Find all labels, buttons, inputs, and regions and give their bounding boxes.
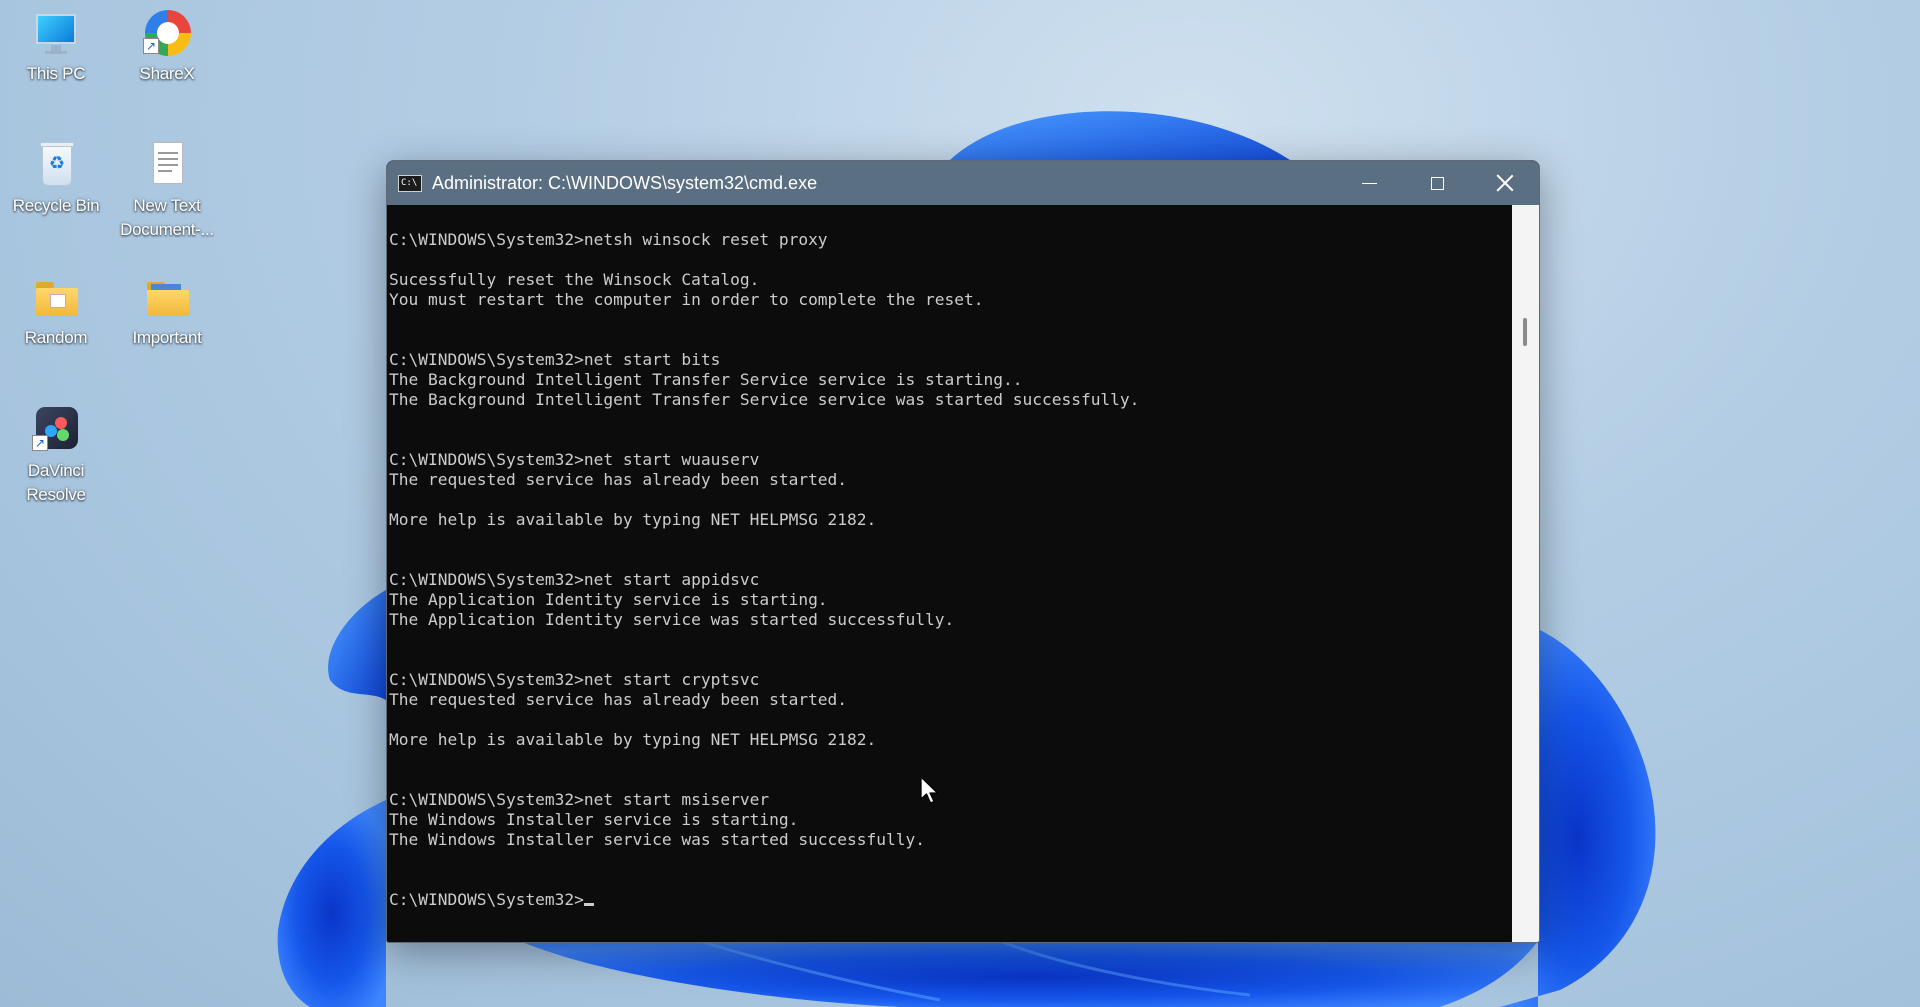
- desktop-icon-this-pc[interactable]: This PC: [1, 8, 111, 86]
- console-output-area[interactable]: C:\WINDOWS\System32>netsh winsock reset …: [387, 205, 1511, 942]
- console-line: C:\WINDOWS\System32>net start bits: [389, 350, 721, 369]
- minimize-button[interactable]: [1335, 161, 1403, 205]
- desktop-icon-random[interactable]: Random: [1, 272, 111, 350]
- console-line: C:\WINDOWS\System32>net start msiserver: [389, 790, 770, 809]
- vertical-scrollbar[interactable]: [1512, 205, 1539, 942]
- console-line: C:\WINDOWS\System32>net start wuauserv: [389, 450, 760, 469]
- console-prompt-line: C:\WINDOWS\System32>: [389, 890, 1139, 910]
- desktop-icon-new-text-document[interactable]: New Text Document-...: [112, 140, 222, 242]
- monitor-icon: [30, 8, 82, 60]
- desktop-icon-label: ShareX: [139, 64, 195, 83]
- desktop-icon-recycle-bin[interactable]: ♻ Recycle Bin: [1, 140, 111, 218]
- desktop-icon-label-line1: DaVinci: [27, 461, 85, 480]
- desktop-icon-label: Recycle Bin: [12, 196, 100, 215]
- davinci-resolve-icon: ↗: [30, 405, 82, 457]
- desktop-icon-label: Important: [132, 328, 202, 347]
- console-line: More help is available by typing NET HEL…: [389, 730, 877, 749]
- console-line: The requested service has already been s…: [389, 690, 848, 709]
- desktop-icon-davinci-resolve[interactable]: ↗ DaVinci Resolve: [1, 405, 111, 507]
- text-document-icon: [141, 140, 193, 192]
- desktop-icon-label: This PC: [26, 64, 86, 83]
- desktop-icon-important[interactable]: Important: [112, 272, 222, 350]
- console-prompt: C:\WINDOWS\System32>: [389, 890, 584, 909]
- desktop-icon-label-line1: New Text: [133, 196, 201, 215]
- console-line: The requested service has already been s…: [389, 470, 848, 489]
- close-button[interactable]: [1471, 161, 1539, 205]
- close-icon: [1496, 174, 1514, 192]
- maximize-button[interactable]: [1403, 161, 1471, 205]
- desktop-icon-sharex[interactable]: ↗ ShareX: [112, 8, 222, 86]
- console-line: The Application Identity service is star…: [389, 590, 828, 609]
- mouse-pointer-icon: [920, 776, 939, 804]
- cmd-window[interactable]: C:\ Administrator: C:\WINDOWS\system32\c…: [386, 160, 1540, 943]
- title-bar[interactable]: C:\ Administrator: C:\WINDOWS\system32\c…: [387, 161, 1539, 205]
- console-line: The Background Intelligent Transfer Serv…: [389, 390, 1140, 409]
- scrollbar-thumb[interactable]: [1523, 318, 1527, 346]
- cmd-app-icon[interactable]: C:\: [398, 175, 422, 192]
- maximize-icon: [1430, 176, 1444, 190]
- folder-icon: [30, 272, 82, 324]
- desktop-icon-label-line2: Document-...: [120, 220, 214, 239]
- console-line: C:\WINDOWS\System32>netsh winsock reset …: [389, 230, 828, 249]
- folder-icon: [141, 272, 193, 324]
- console-text: C:\WINDOWS\System32>netsh winsock reset …: [389, 230, 1139, 910]
- console-line: The Background Intelligent Transfer Serv…: [389, 370, 1023, 389]
- console-line: The Windows Installer service was starte…: [389, 830, 926, 849]
- console-line: More help is available by typing NET HEL…: [389, 510, 877, 529]
- console-line: Sucessfully reset the Winsock Catalog.: [389, 270, 760, 289]
- desktop-icon-label: Random: [24, 328, 88, 347]
- text-cursor: [583, 903, 594, 906]
- minimize-icon: [1361, 182, 1377, 184]
- window-title: Administrator: C:\WINDOWS\system32\cmd.e…: [432, 173, 818, 193]
- console-line: The Application Identity service was sta…: [389, 610, 955, 629]
- desktop-icon-label-line2: Resolve: [26, 485, 86, 504]
- console-line: You must restart the computer in order t…: [389, 290, 984, 309]
- console-line: C:\WINDOWS\System32>net start cryptsvc: [389, 670, 760, 689]
- recycle-bin-icon: ♻: [30, 140, 82, 192]
- console-line: C:\WINDOWS\System32>net start appidsvc: [389, 570, 760, 589]
- console-line: The Windows Installer service is startin…: [389, 810, 799, 829]
- sharex-icon: ↗: [141, 8, 193, 60]
